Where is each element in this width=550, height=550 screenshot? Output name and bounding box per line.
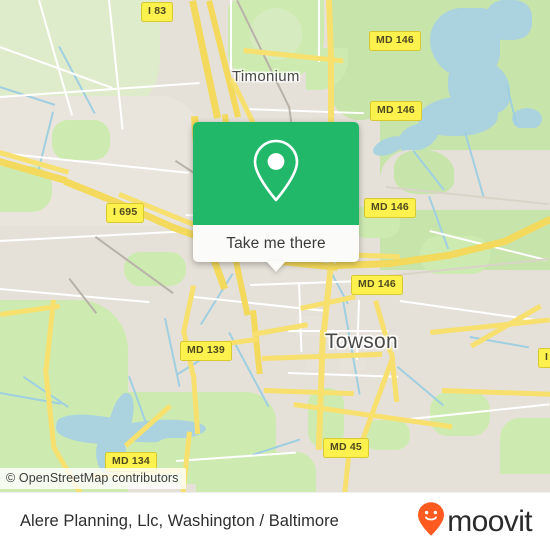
callout-header [193,122,359,225]
road-shield-i695: I 695 [106,203,145,223]
moovit-pin-smiley-icon [416,501,446,542]
road-shield-md146: MD 146 [364,198,416,218]
road-shield-i83: I 83 [141,2,174,22]
footer-bar: Alere Planning, Llc, Washington / Baltim… [0,492,550,550]
place-title: Alere Planning, Llc, Washington / Baltim… [20,512,339,530]
moovit-wordmark: moovit [447,504,532,538]
road-shield-md45: MD 45 [323,438,369,458]
callout-tail [266,261,286,272]
map-canvas[interactable]: Timonium Towson I 83 MD 146 MD 146 I 695… [0,0,550,492]
road-shield-md146: MD 146 [370,101,422,121]
location-callout-card[interactable]: Take me there [193,122,359,272]
take-me-there-label: Take me there [226,234,326,252]
road-shield-md146: MD 146 [351,275,403,295]
callout-action-bar[interactable]: Take me there [193,225,359,262]
map-screenshot: Timonium Towson I 83 MD 146 MD 146 I 695… [0,0,550,550]
road-shield-md146: MD 146 [369,31,421,51]
road-shield-md139: MD 139 [180,341,232,361]
road-shield-i8-clipped: I 8 [538,348,550,368]
moovit-brand[interactable]: moovit [416,501,533,542]
osm-attribution[interactable]: © OpenStreetMap contributors [0,468,186,489]
map-pin-icon [249,137,303,210]
